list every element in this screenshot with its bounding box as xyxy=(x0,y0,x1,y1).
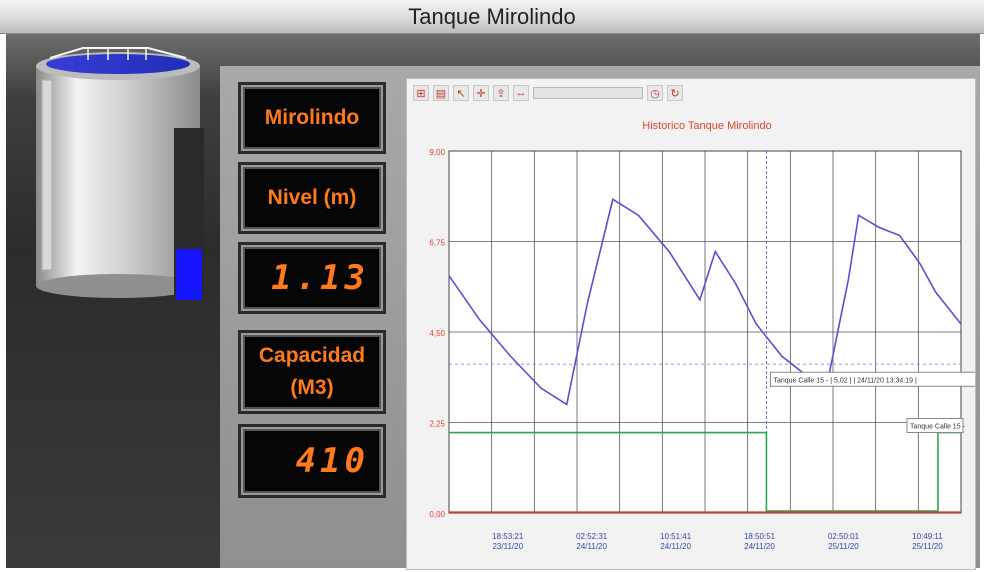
x-tick-date: 24/11/20 xyxy=(576,542,607,551)
level-value-display: 1.13 xyxy=(238,242,386,314)
time-range-slider[interactable] xyxy=(533,87,643,99)
tank-name-display: Mirolindo xyxy=(238,82,386,154)
tank-name-label: Mirolindo xyxy=(245,89,379,147)
tank-graphic xyxy=(36,47,204,300)
chart-title: Historico Tanque Mirolindo xyxy=(642,120,771,132)
range-icon[interactable]: ↔ xyxy=(513,85,529,101)
tooltip-1: Tanque Calle 15 - | 5,02 | | 24/11/20 13… xyxy=(773,377,917,384)
y-tick-label: 9,00 xyxy=(429,148,445,157)
y-tick-label: 4,50 xyxy=(429,329,445,338)
capacity-label: Capacidad (M3) xyxy=(245,337,379,407)
level-label-display: Nivel (m) xyxy=(238,162,386,234)
x-tick-time: 10:51:41 xyxy=(660,532,692,541)
ladder xyxy=(41,79,53,271)
x-tick-time: 18:53:21 xyxy=(492,532,524,541)
capacity-value: 410 xyxy=(245,431,379,491)
y-tick-label: 2,25 xyxy=(429,420,445,429)
x-tick-date: 23/11/20 xyxy=(492,542,523,551)
export-icon[interactable]: ⇪ xyxy=(493,85,509,101)
x-tick-date: 24/11/20 xyxy=(660,542,691,551)
y-tick-label: 0,00 xyxy=(429,510,445,519)
cursor-icon[interactable]: ↖ xyxy=(453,85,469,101)
history-chart: Historico Tanque Mirolindo 9,00 6,75 4,50 2… xyxy=(429,120,975,551)
level-value: 1.13 xyxy=(245,249,379,307)
history-chart-window: ⊞ ▤ ↖ ✛ ⇪ ↔ ◷ ↻ Historico Tanque Mirolin… xyxy=(406,78,976,570)
capacity-value-display: 410 xyxy=(238,424,386,498)
y-tick-label: 6,75 xyxy=(429,239,445,248)
tooltip-2: Tanque Calle 15 - xyxy=(910,424,966,431)
x-tick-date: 25/11/20 xyxy=(912,542,943,551)
refresh-icon[interactable]: ↻ xyxy=(667,85,683,101)
level-gauge-fill xyxy=(176,249,202,300)
x-tick-time: 18:50:51 xyxy=(744,532,776,541)
capacity-label-display: Capacidad (M3) xyxy=(238,330,386,414)
chart-toolbar: ⊞ ▤ ↖ ✛ ⇪ ↔ ◷ ↻ xyxy=(413,83,969,103)
crosshair-icon[interactable]: ✛ xyxy=(473,85,489,101)
history-icon[interactable]: ◷ xyxy=(647,85,663,101)
window-title: Tanque Mirolindo xyxy=(0,0,984,34)
x-tick-date: 24/11/20 xyxy=(744,542,775,551)
x-tick-time: 02:50:01 xyxy=(828,532,860,541)
x-tick-date: 25/11/20 xyxy=(828,542,859,551)
level-label: Nivel (m) xyxy=(245,169,379,227)
x-tick-time: 10:49:11 xyxy=(912,532,943,541)
x-tick-time: 02:52:31 xyxy=(576,532,608,541)
zoom-icon[interactable]: ⊞ xyxy=(413,85,429,101)
print-icon[interactable]: ▤ xyxy=(433,85,449,101)
